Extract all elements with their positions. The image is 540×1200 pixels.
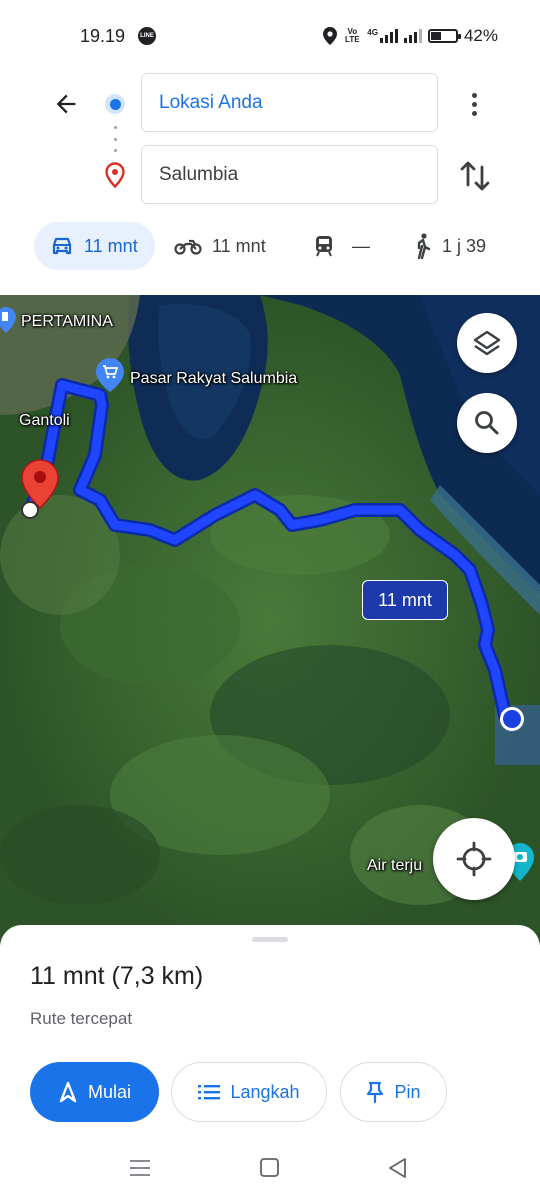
battery-percent: 42%: [463, 26, 498, 45]
start-navigation-label: Mulai: [87, 1081, 131, 1102]
search-icon: [475, 411, 499, 435]
status-icons: Vo LTE 4G 42%: [323, 24, 498, 48]
mode-transit-tab[interactable]: —: [314, 222, 370, 270]
mode-walk-tab[interactable]: 1 j 39: [414, 222, 486, 270]
signal-icon: [403, 29, 422, 43]
map-label-gantoli[interactable]: Gantoli: [19, 412, 70, 430]
back-nav-icon[interactable]: [386, 1156, 410, 1180]
train-icon: [316, 236, 332, 257]
route-connector-dots: [114, 126, 117, 152]
route-start-marker: [21, 501, 39, 519]
list-icon: [198, 1085, 221, 1100]
mode-motorcycle-label: 11 mnt: [212, 235, 266, 256]
map-view[interactable]: PERTAMINA Pasar Rakyat Salumbia Gantoli …: [0, 295, 540, 945]
swap-icon[interactable]: [457, 155, 493, 195]
car-icon: [52, 237, 72, 255]
layers-button[interactable]: [457, 313, 517, 373]
system-navigation-bar: [0, 1140, 540, 1200]
pin-label: Pin: [394, 1081, 421, 1102]
origin-input[interactable]: Lokasi Anda: [141, 73, 438, 132]
gas-station-icon: [0, 307, 16, 333]
map-label-air-terjun[interactable]: Air terju: [367, 857, 422, 875]
mode-motorcycle-tab[interactable]: 11 mnt: [174, 222, 266, 270]
mode-car-label: 11 mnt: [84, 235, 138, 256]
mode-car-tab[interactable]: 11 mnt: [34, 222, 155, 270]
signal-4g-icon: 4G: [367, 29, 398, 43]
route-subtitle: Rute tercepat: [30, 1009, 133, 1028]
route-summary: 11 mnt (7,3 km): [30, 962, 204, 990]
destination-input[interactable]: Salumbia: [141, 145, 438, 204]
volte-icon: Vo LTE: [345, 27, 360, 44]
layers-icon: [473, 330, 501, 356]
location-icon: [323, 27, 338, 45]
start-navigation-button[interactable]: Mulai: [30, 1062, 159, 1122]
navigation-arrow-icon: [59, 1081, 77, 1103]
route-duration-badge[interactable]: 11 mnt: [362, 580, 448, 620]
origin-dot-icon: [105, 94, 125, 114]
back-button[interactable]: [48, 86, 84, 122]
recent-apps-icon[interactable]: [128, 1156, 152, 1180]
status-time: 19.19: [80, 26, 126, 46]
my-location-button[interactable]: [433, 818, 515, 900]
destination-pin-icon: [105, 162, 125, 188]
pin-button[interactable]: Pin: [340, 1062, 447, 1122]
map-search-button[interactable]: [457, 393, 517, 453]
pushpin-icon: [367, 1081, 384, 1103]
arrow-back-icon: [56, 94, 76, 114]
battery-icon: [427, 29, 461, 43]
more-options-button[interactable]: [460, 86, 488, 122]
mode-walk-label: 1 j 39: [442, 235, 487, 256]
home-icon[interactable]: [258, 1156, 282, 1180]
sheet-drag-handle[interactable]: [252, 937, 288, 942]
motorcycle-icon: [174, 239, 202, 255]
line-icon: LINE: [138, 27, 156, 45]
steps-label: Langkah: [230, 1081, 300, 1102]
mode-transit-label: —: [352, 235, 370, 256]
map-label-pertamina[interactable]: PERTAMINA: [21, 313, 113, 331]
current-location-marker[interactable]: [500, 707, 524, 731]
travel-mode-bar: 11 mnt 11 mnt — 1 j 39: [0, 218, 540, 278]
walk-icon: [417, 233, 431, 259]
steps-button[interactable]: Langkah: [171, 1062, 327, 1122]
shopping-cart-pin-icon[interactable]: [96, 358, 124, 392]
crosshair-icon: [456, 841, 492, 877]
map-label-pasar[interactable]: Pasar Rakyat Salumbia: [130, 370, 297, 388]
status-bar: 19.19 LINE Vo LTE 4G 42%: [0, 0, 540, 72]
